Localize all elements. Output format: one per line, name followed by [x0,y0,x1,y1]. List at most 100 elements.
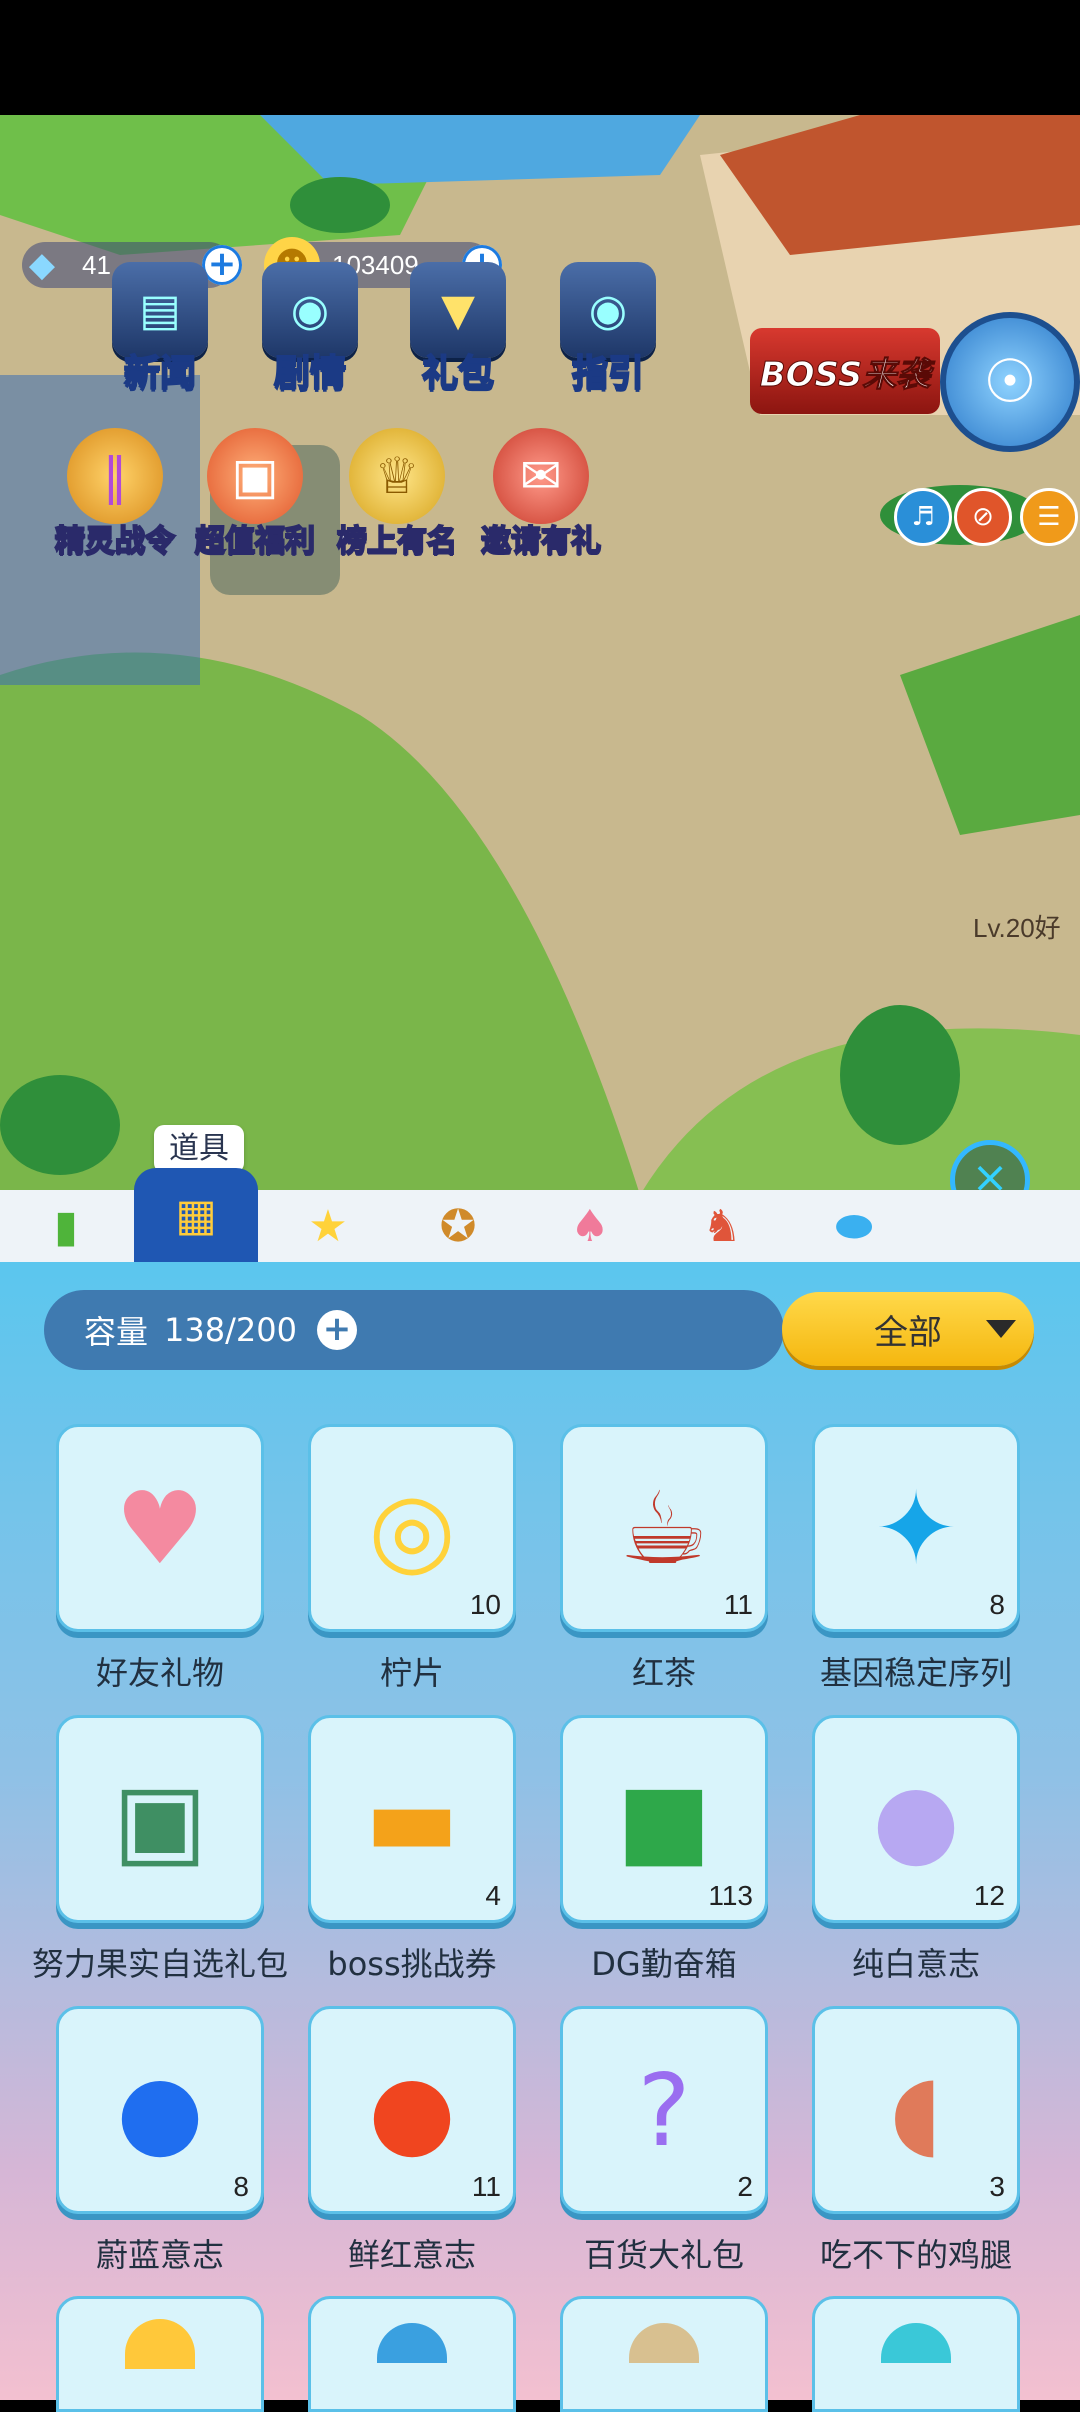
tab-toys[interactable]: ♞ [660,1190,784,1262]
blocks-icon: ▦ [175,1189,217,1241]
leaderboard-button[interactable]: ♕ 榜上有名 [322,428,472,560]
star-wand-icon: ★ [308,1200,348,1252]
item-slot[interactable]: ◎ 10 柠片 [308,1424,516,1694]
player-level-tag: Lv.20好 [973,913,1061,943]
item-count: 11 [723,1589,753,1620]
shell-icon [377,2323,447,2363]
item-name: 红茶 [631,1654,696,1692]
item-name: 鲜红意志 [347,2236,476,2274]
tab-items[interactable]: ▦ [134,1168,258,1262]
item-box[interactable]: ☕ 11 [560,1424,768,1632]
item-box[interactable]: ◖ 3 [812,2006,1020,2214]
item-name: 蔚蓝意志 [95,2236,224,2274]
capacity-label: 容量 [84,1313,149,1351]
item-box[interactable]: ♥ [56,1424,264,1632]
item-slot[interactable]: ▬ 4 boss挑战券 [308,1715,516,1985]
super-welfare-button[interactable]: ▣ 超值福利 [180,428,330,560]
boss-event-banner[interactable]: BOSS来袭 [750,328,940,414]
item-name: 柠片 [379,1654,444,1692]
item-row-partial [0,2296,1080,2412]
diamond-icon: ◆ [28,245,56,285]
trophy-icon: ♕ [349,428,445,524]
invite-letter-icon: ✉ [493,428,589,524]
item-count: 8 [989,1589,1005,1620]
bag-tab-bar: ▮ ▦ ★ ✪ ♠ ♞ ⬬ [0,1168,1080,1262]
gift-bag-icon: ♥ [115,1469,205,1587]
invite-button[interactable]: ✉ 邀请有礼 [466,428,616,560]
gift-pack-label: 礼包 [421,352,495,395]
news-label: 新闻 [123,352,197,395]
rocking-horse-icon: ♞ [702,1200,742,1252]
lemon-slices-icon: ◎ [368,1469,456,1587]
tab-stars[interactable]: ★ [266,1190,390,1262]
battle-pass-icon: ‖ [67,428,163,524]
item-slot[interactable]: ? 2 百货大礼包 [560,2006,768,2276]
item-slot[interactable]: ▣ 努力果实自选礼包 [32,1715,288,1985]
tab-energy[interactable]: ▮ [4,1190,128,1262]
item-box[interactable]: ● 12 [812,1715,1020,1923]
white-orb-icon: ● [872,1760,960,1878]
map-icon: ☉ [983,347,1037,417]
blue-orb-icon: ● [116,2051,204,2169]
category-filter-dropdown[interactable]: 全部 [782,1292,1034,1366]
item-name: DG勤奋箱 [591,1945,737,1983]
item-box[interactable]: ◎ 10 [308,1424,516,1632]
item-slot[interactable]: ● 12 纯白意志 [812,1715,1020,1985]
tab-eggs[interactable]: ⬬ [792,1190,916,1262]
item-box[interactable]: ✦ 8 [812,1424,1020,1632]
item-slot[interactable]: ☕ 11 红茶 [560,1424,768,1694]
item-slot[interactable]: ✦ 8 基因稳定序列 [812,1424,1020,1694]
item-count: 113 [708,1880,753,1911]
guide-button[interactable]: ◉ 指引 [548,262,668,396]
red-orb-icon: ● [368,2051,456,2169]
item-slot[interactable]: ● 8 蔚蓝意志 [56,2006,264,2276]
tab-outfit[interactable]: ♠ [528,1190,652,1262]
item-count: 2 [737,2171,753,2202]
sun-icon [125,2319,195,2369]
chest-icon: ■ [616,1760,712,1878]
item-slot[interactable]: ● 11 鲜红意志 [308,2006,516,2276]
item-count: 8 [233,2171,249,2202]
bowl-icon [629,2323,699,2363]
item-box[interactable]: ■ 113 [560,1715,768,1923]
item-slot-partial[interactable] [308,2296,516,2412]
tea-cup-icon: ☕ [619,1469,709,1587]
status-bar [0,0,1080,115]
dress-icon: ♠ [570,1200,610,1252]
speaker-icon[interactable]: ♬ [894,488,952,546]
battle-pass-button[interactable]: ‖ 精灵战令 [40,428,190,560]
capacity-bar: 容量 138/200 + [44,1290,784,1370]
super-welfare-label: 超值福利 [194,523,316,560]
expand-capacity-button[interactable]: + [316,1310,357,1350]
item-slot[interactable]: ◖ 3 吃不下的鸡腿 [812,2006,1020,2276]
leaderboard-label: 榜上有名 [336,523,458,560]
item-count: 4 [485,1880,501,1911]
egg-icon: ⬬ [835,1200,873,1252]
invite-label: 邀请有礼 [480,523,602,560]
menu-list-icon[interactable]: ☰ [1020,488,1078,546]
item-slot-partial[interactable] [812,2296,1020,2412]
item-name: 百货大礼包 [583,2236,744,2274]
item-box[interactable]: ▣ [56,1715,264,1923]
item-slot-partial[interactable] [56,2296,264,2412]
mute-icon[interactable]: ⊘ [954,488,1012,546]
item-box[interactable]: ● 11 [308,2006,516,2214]
mystery-box-icon: ? [637,2051,691,2169]
gift-box-icon: ▣ [112,1760,208,1878]
item-box[interactable]: ▬ 4 [308,1715,516,1923]
item-slot[interactable]: ■ 113 DG勤奋箱 [560,1715,768,1985]
gift-pack-button[interactable]: ▼ 礼包 [398,262,518,396]
story-button[interactable]: ◉ 剧情 [250,262,370,396]
battle-pass-label: 精灵战令 [54,523,176,560]
tab-badges[interactable]: ✪ [396,1190,520,1262]
item-box[interactable]: ? 2 [560,2006,768,2214]
item-name: 努力果实自选礼包 [31,1945,288,1983]
item-count: 3 [989,2171,1005,2202]
map-button[interactable]: ☉ [940,312,1080,452]
item-slot-partial[interactable] [560,2296,768,2412]
molecule-icon: ✦ [874,1469,958,1587]
news-button[interactable]: ▤ 新闻 [100,262,220,396]
item-box[interactable]: ● 8 [56,2006,264,2214]
item-slot[interactable]: ♥ 好友礼物 [56,1424,264,1694]
item-count: 12 [973,1880,1005,1911]
